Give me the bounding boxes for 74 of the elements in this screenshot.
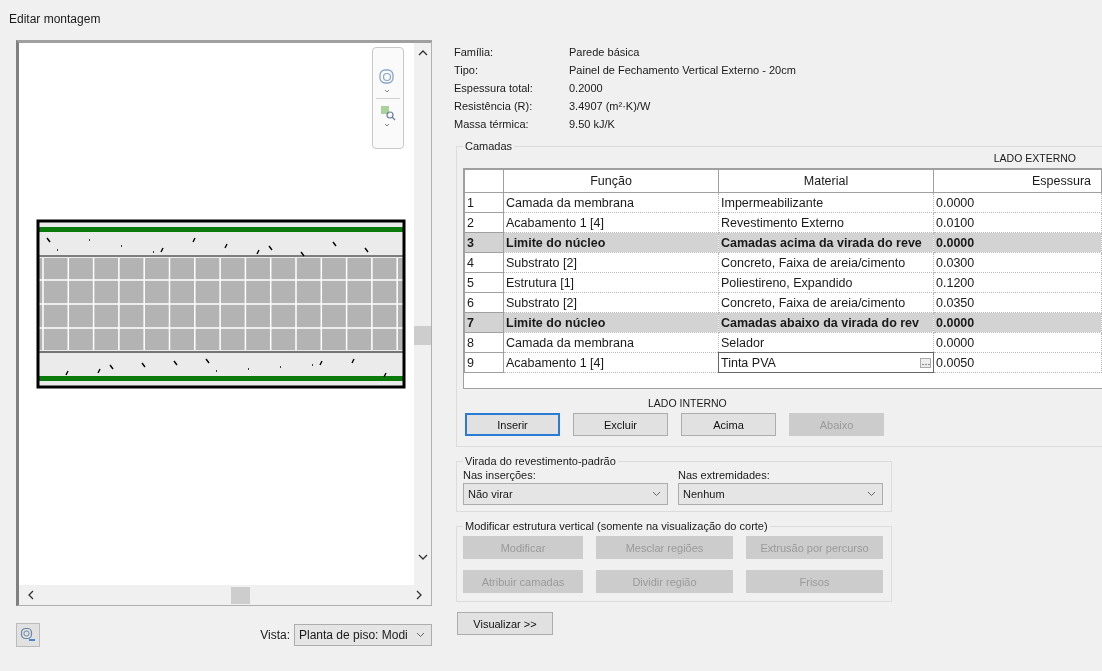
zoom-2d-icon [20, 627, 36, 643]
group-title: Modificar estrutura vertical (somente na visualização do corte) [464, 520, 769, 532]
view-dropdown[interactable]: Planta de piso: Modi [294, 624, 432, 646]
row-number: 7 [464, 312, 504, 333]
table-cell[interactable]: Concreto, Faixa de areia/cimento [718, 252, 934, 273]
table-cell[interactable]: 0.1200 [933, 272, 1102, 293]
property-label: Espessura total: [454, 82, 534, 94]
preview-button[interactable]: Visualizar >> [457, 612, 553, 635]
table-cell[interactable]: Camada da membrana [503, 332, 719, 353]
row-number: 6 [464, 292, 504, 313]
side-label: LADO INTERNO [648, 397, 727, 409]
table-cell[interactable]: Camadas acima da virada do reve [718, 232, 934, 253]
table-cell[interactable]: 0.0350 [933, 292, 1102, 313]
table-cell[interactable]: 0.0000 [933, 192, 1102, 213]
table-cell[interactable]: Camadas abaixo da virada do rev [718, 312, 934, 333]
scroll-down-icon[interactable] [417, 553, 428, 561]
zoom-2d-button[interactable] [16, 623, 40, 647]
row-number: 8 [464, 332, 504, 353]
scroll-thumb[interactable] [230, 586, 250, 604]
row-number: 4 [464, 252, 504, 273]
dialog-button[interactable]: Excluir [573, 413, 668, 436]
table-cell[interactable]: Tinta PVA [718, 352, 934, 373]
property-value: 3.4907 (m²·K)/W [569, 100, 652, 112]
table-cell[interactable]: 0.0000 [933, 332, 1102, 353]
dropdown-label: Nas extremidades: [678, 469, 771, 481]
scroll-left-icon[interactable] [27, 590, 35, 600]
scroll-thumb[interactable] [414, 325, 431, 345]
table-cell[interactable]: Substrato [2] [503, 252, 719, 273]
chevron-down-icon [416, 632, 425, 638]
dialog-button[interactable]: Acima [681, 413, 776, 436]
table-cell[interactable]: Limite do núcleo [503, 312, 719, 333]
property-label: Massa térmica: [454, 118, 530, 130]
group-title: Virada do revestimento-padrão [464, 455, 617, 467]
dropdown-label: Nas inserções: [463, 469, 537, 481]
chevron-down-icon [652, 491, 661, 497]
column-header: Função [503, 169, 719, 193]
property-value: 9.50 kJ/K [569, 118, 616, 130]
table-cell[interactable]: Poliestireno, Expandido [718, 272, 934, 293]
row-number: 3 [464, 232, 504, 253]
table-cell[interactable]: Camada da membrana [503, 192, 719, 213]
window-title: Editar montagem [9, 12, 102, 26]
table-cell[interactable]: Acabamento 1 [4] [503, 212, 719, 233]
group-title: Camadas [464, 140, 514, 152]
row-number: 1 [464, 192, 504, 213]
table-cell[interactable]: Substrato [2] [503, 292, 719, 313]
view-label: Vista: [260, 628, 290, 642]
dropdown[interactable]: Não virar [463, 483, 668, 505]
table-cell[interactable]: Concreto, Faixa de areia/cimento [718, 292, 934, 313]
property-value: 0.2000 [569, 82, 604, 94]
table-cell[interactable]: 0.0100 [933, 212, 1102, 233]
property-value: Painel de Fechamento Vertical Externo - 20cm [569, 64, 797, 76]
scroll-right-icon[interactable] [415, 590, 423, 600]
column-header: Espessura [933, 169, 1102, 193]
table-cell[interactable]: Limite do núcleo [503, 232, 719, 253]
table-cell[interactable]: Estrutura [1] [503, 272, 719, 293]
scroll-up-icon[interactable] [417, 49, 428, 57]
row-number: 5 [464, 272, 504, 293]
property-label: Tipo: [454, 64, 480, 76]
table-cell[interactable]: Revestimento Externo [718, 212, 934, 233]
table-cell[interactable]: Impermeabilizante [718, 192, 934, 213]
dropdown[interactable]: Nenhum [678, 483, 883, 505]
property-label: Resistência (R): [454, 100, 534, 112]
chevron-down-icon [867, 491, 876, 497]
column-header: Material [718, 169, 934, 193]
dialog-button[interactable]: Inserir [465, 413, 560, 436]
table-cell[interactable]: 0.0300 [933, 252, 1102, 273]
property-value: Parede básica [569, 46, 641, 58]
property-label: Família: [454, 46, 495, 58]
browse-button[interactable] [920, 357, 931, 368]
row-number: 2 [464, 212, 504, 233]
side-label: LADO EXTERNO [993, 152, 1076, 164]
table-cell[interactable]: 0.0050 [933, 352, 1102, 373]
row-number: 9 [464, 352, 504, 373]
ellipsis-icon [921, 362, 930, 366]
